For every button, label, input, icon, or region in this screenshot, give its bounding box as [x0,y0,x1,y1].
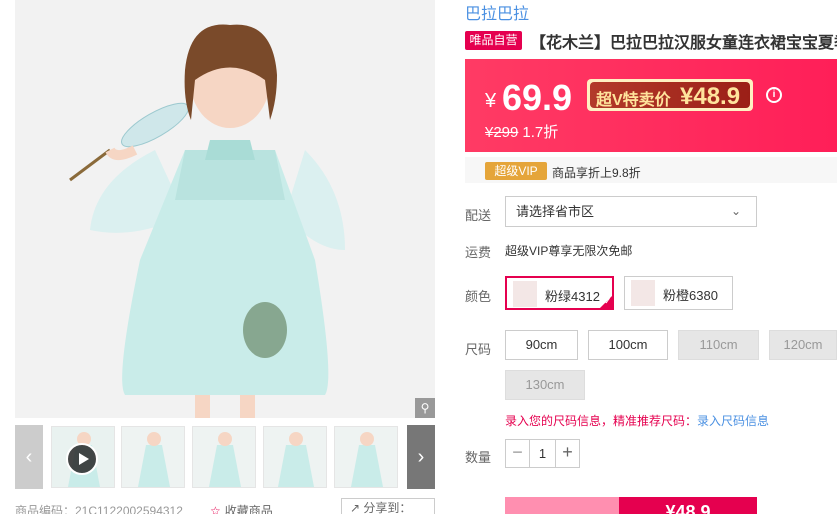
super-vip-badge: 超级VIP [485,162,547,180]
product-meta-row: 商品编码：21C1122002594312 ☆ 收藏商品 ↗ 分享到： [15,498,435,514]
discount: 1.7折 [522,124,559,141]
product-title: 【花木兰】巴拉巴拉汉服女童连衣裙宝宝夏季 [530,35,837,52]
vip-discount-row: 超级VIP 商品享折上9.8折 [465,157,837,183]
play-icon[interactable] [66,443,98,475]
product-main-image[interactable]: ⚲ [15,0,435,418]
thumbnail-strip: ‹ › [15,425,435,489]
chevron-down-icon: ⌄ [730,204,741,218]
star-icon: ☆ [210,504,221,514]
info-icon[interactable]: i [766,87,782,103]
sku-code: 商品编码：21C1122002594312 [15,504,183,514]
quantity-value[interactable]: 1 [530,440,555,467]
brand-link[interactable]: 巴拉巴拉 [465,0,529,24]
thumbnail[interactable] [192,426,256,488]
thumbnail[interactable] [334,426,398,488]
size-label: 尺码 [465,342,492,357]
shipping-text: 超级VIP尊享无限次免邮 [505,244,633,258]
vip-price-label: 超V特卖价 [596,92,671,109]
share-icon: ↗ [350,501,364,514]
quantity-stepper: − 1 + [505,439,580,468]
buy-now-button[interactable]: ¥48.9 [619,497,757,514]
vip-price: ¥48.9 [680,83,741,110]
favorite-button[interactable]: ☆ 收藏商品 [210,502,273,514]
current-price: 69.9 [502,77,573,118]
color-label: 颜色 [465,289,492,304]
quantity-minus-button[interactable]: − [506,440,530,467]
size-info-text: 录入您的尺码信息，精准推荐尺码： [505,414,698,428]
currency-symbol: ¥ [485,90,497,112]
thumbnail[interactable] [263,426,327,488]
size-option-disabled: 120cm [769,330,837,360]
vip-price-tag: 超V特卖价 ¥48.9 [587,79,753,111]
quantity-plus-button[interactable]: + [555,440,579,467]
thumbnail-video[interactable] [51,426,115,488]
size-option-disabled: 130cm [505,370,585,400]
thumbnail[interactable] [121,426,185,488]
size-option-disabled: 110cm [678,330,759,360]
product-page: ⚲ ‹ › 商品编码：21C1122002594312 ☆ 收藏商品 ↗ 分享到：… [0,0,837,514]
check-icon [599,295,613,309]
size-option[interactable]: 100cm [588,330,668,360]
color-swatch [513,281,537,307]
color-option-label: 粉绿4312 [545,289,600,304]
shipping-label: 运费 [465,245,492,260]
price-panel: ¥ 69.9 超V特卖价 ¥48.9 i ¥299 1.7折 [465,59,837,152]
size-info-row: 录入您的尺码信息，精准推荐尺码：录入尺码信息 [505,412,769,429]
region-select-value: 请选择省市区 [516,204,595,219]
color-option-label: 粉橙6380 [663,288,718,303]
share-label: 分享到： [363,501,412,514]
size-info-link[interactable]: 录入尺码信息 [697,414,769,428]
color-swatch [631,280,655,306]
color-option[interactable]: 粉橙6380 [624,276,733,310]
share-button[interactable]: ↗ 分享到： [341,498,435,514]
original-price: ¥299 [485,124,519,141]
magnifier-icon[interactable]: ⚲ [415,398,435,418]
delivery-label: 配送 [465,208,492,223]
self-operated-badge: 唯品自营 [465,31,522,50]
vip-discount-text: 商品享折上9.8折 [552,166,641,180]
size-option[interactable]: 90cm [505,330,578,360]
add-to-cart-button[interactable] [505,497,619,514]
chevron-left-icon[interactable]: ‹ [15,425,43,489]
favorite-label: 收藏商品 [224,504,273,514]
color-option-selected[interactable]: 粉绿4312 [505,276,614,310]
region-select[interactable]: 请选择省市区 ⌄ [505,196,757,227]
quantity-label: 数量 [465,450,492,465]
product-photo [15,0,435,418]
chevron-right-icon[interactable]: › [407,425,435,489]
original-price-row: ¥299 1.7折 [485,121,558,142]
